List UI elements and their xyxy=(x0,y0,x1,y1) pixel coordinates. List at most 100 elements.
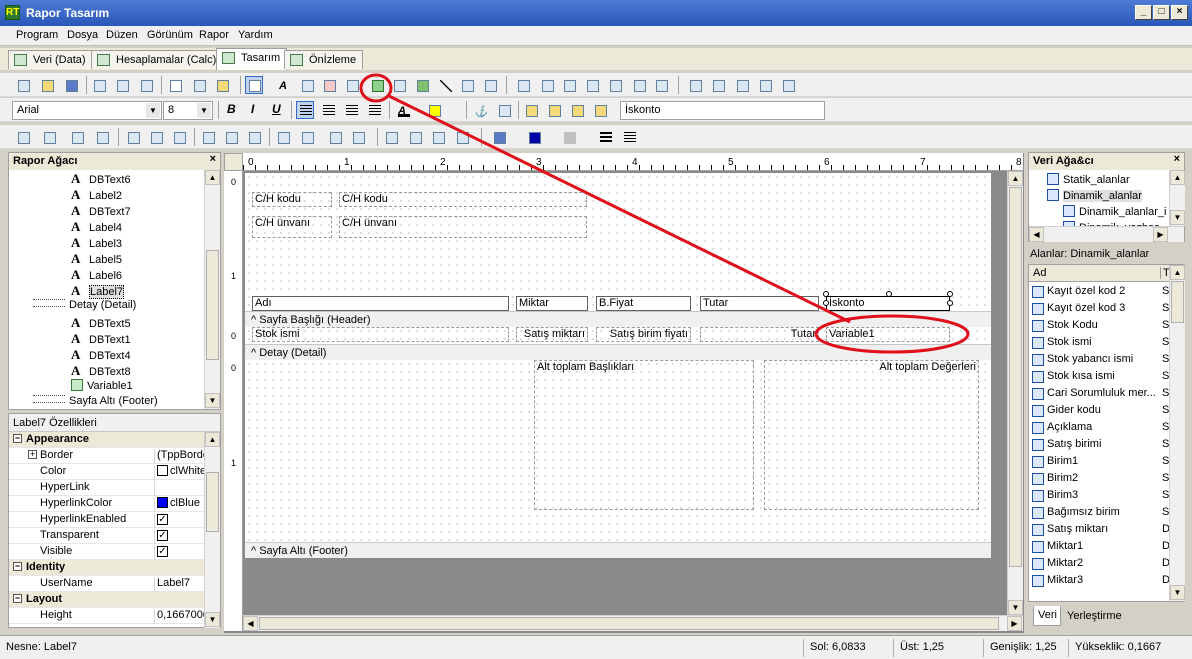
close-icon[interactable]: × xyxy=(1174,153,1180,165)
footer-band-bar[interactable]: ^ Sayfa Altı (Footer) xyxy=(245,542,991,558)
maximize-button[interactable]: □ xyxy=(1153,5,1170,20)
tab-yerlestirme[interactable]: Yerleştirme xyxy=(1063,608,1133,626)
align-left-edges-icon[interactable] xyxy=(124,128,142,146)
menu-gorunum[interactable]: Görünüm xyxy=(147,29,193,41)
field-row[interactable]: Satış birimi S xyxy=(1029,436,1169,453)
send-back-icon[interactable] xyxy=(545,101,563,119)
dbbarcode-tool-icon[interactable] xyxy=(630,76,648,94)
dbcalc-tool-icon[interactable] xyxy=(583,76,601,94)
center-vert-icon[interactable] xyxy=(298,128,316,146)
minimize-button[interactable]: _ xyxy=(1135,5,1152,20)
property-value[interactable]: ✓ xyxy=(154,513,204,528)
field-row[interactable]: Birim1 S xyxy=(1029,453,1169,470)
property-value[interactable]: Label7 xyxy=(154,577,204,592)
space-vert-icon[interactable] xyxy=(93,128,111,146)
field-row[interactable]: Miktar1 D xyxy=(1029,538,1169,555)
center-horz-icon[interactable] xyxy=(274,128,292,146)
field-row[interactable]: Gider kodu S xyxy=(1029,402,1169,419)
field-row[interactable]: Miktar3 D xyxy=(1029,572,1169,589)
tab-calc[interactable]: Hesaplamalar (Calc) xyxy=(91,50,224,69)
menu-yardim[interactable]: Yardım xyxy=(238,29,273,41)
title-field[interactable]: C/H ünvanı xyxy=(252,216,332,238)
page-setup-icon[interactable] xyxy=(90,76,108,94)
header-label[interactable]: Tutar xyxy=(700,296,819,311)
header-label-selected[interactable]: İskonto xyxy=(826,296,950,311)
property-value[interactable]: clBlue xyxy=(154,497,204,512)
field-row[interactable]: Cari Sorumluluk mer... S xyxy=(1029,385,1169,402)
copy-icon[interactable] xyxy=(190,76,208,94)
align-bottoms-icon[interactable] xyxy=(245,128,263,146)
open-icon[interactable] xyxy=(38,76,56,94)
align-lefts-icon[interactable] xyxy=(14,128,32,146)
align-left-icon[interactable] xyxy=(296,101,314,119)
checkbox[interactable]: ✓ xyxy=(157,546,168,557)
align-objects-icon[interactable] xyxy=(568,101,586,119)
dbimage-tool-icon[interactable] xyxy=(606,76,624,94)
space-horz-icon[interactable] xyxy=(68,128,86,146)
menu-program[interactable]: Program xyxy=(16,29,58,41)
tab-data[interactable]: Veri (Data) xyxy=(8,50,93,69)
field-row[interactable]: Stok kısa ismi S xyxy=(1029,368,1169,385)
border-icon[interactable] xyxy=(495,101,513,119)
tree-item[interactable]: A Label6 xyxy=(71,267,122,283)
property-value[interactable]: ✓ xyxy=(154,545,204,560)
variable-tool-icon[interactable] xyxy=(368,76,386,94)
field-row[interactable]: Stok yabancı ismi S xyxy=(1029,351,1169,368)
highlight-color-icon[interactable] xyxy=(425,101,443,119)
field-row[interactable]: Açıklama S xyxy=(1029,419,1169,436)
crossTab-tool-icon[interactable] xyxy=(756,76,774,94)
paste-icon[interactable] xyxy=(213,76,231,94)
dbchart-tool-icon[interactable] xyxy=(652,76,670,94)
same-height-icon[interactable] xyxy=(349,128,367,146)
dbrichtext-tool-icon[interactable] xyxy=(560,76,578,94)
detail-field[interactable]: Stok ismi xyxy=(252,327,509,342)
field-row[interactable]: Stok Kodu S xyxy=(1029,317,1169,334)
line-style-icon[interactable] xyxy=(620,128,638,146)
field-row[interactable]: Stok ismi S xyxy=(1029,334,1169,351)
expand-icon[interactable]: + xyxy=(28,450,37,459)
line-tool-icon[interactable] xyxy=(436,76,454,94)
close-button[interactable]: × xyxy=(1171,5,1188,20)
data-tree-item[interactable]: Dinamik_alanlar_i xyxy=(1063,203,1166,219)
gray-fill-icon[interactable] xyxy=(560,128,578,146)
subtotal-values[interactable]: Alt toplam Değerleri xyxy=(764,360,979,510)
align-center-icon[interactable] xyxy=(319,101,337,119)
fill-color-icon[interactable] xyxy=(490,128,508,146)
report-tree-scrollbar[interactable]: ▲ ▼ xyxy=(204,170,220,409)
cut-icon[interactable] xyxy=(166,76,184,94)
detail-field[interactable]: Satış birim fiyatı xyxy=(596,327,691,342)
system-variable-icon[interactable] xyxy=(343,76,361,94)
design-hscroll[interactable]: ◀ ▶ xyxy=(243,615,1023,631)
data-tree-vscroll[interactable]: ▲ ▼ xyxy=(1169,170,1185,226)
tree-item[interactable]: A DBText5 xyxy=(71,315,131,331)
data-tree-item[interactable]: Dinamik_yazbas xyxy=(1063,219,1160,226)
align-vcenters-icon[interactable] xyxy=(222,128,240,146)
label-tool-icon[interactable]: A xyxy=(275,76,293,94)
field-row[interactable]: Kayıt özel kod 2 S xyxy=(1029,283,1169,300)
data-tree-item[interactable]: Dinamik_alanlar xyxy=(1047,187,1142,203)
tab-design[interactable]: Tasarım xyxy=(216,48,288,70)
header-label[interactable]: Miktar xyxy=(516,296,588,311)
field-row[interactable]: Birim3 S xyxy=(1029,487,1169,504)
property-category[interactable]: − Layout xyxy=(9,592,204,608)
tree-item[interactable]: Detay (Detail) xyxy=(33,299,136,315)
nudge-right-icon[interactable] xyxy=(453,128,471,146)
align-right-edges-icon[interactable] xyxy=(170,128,188,146)
dbmemo-tool-icon[interactable] xyxy=(538,76,556,94)
title-field[interactable]: C/H ünvanı xyxy=(339,216,587,238)
tree-item[interactable]: A Label5 xyxy=(71,251,122,267)
detail-field[interactable]: Tutar xyxy=(700,327,819,342)
nudge-left-icon[interactable] xyxy=(429,128,447,146)
tree-item[interactable]: A Label2 xyxy=(71,187,122,203)
nudge-down-icon[interactable] xyxy=(406,128,424,146)
header-label[interactable]: B.Fiyat xyxy=(596,296,691,311)
selection-handle[interactable] xyxy=(823,291,829,297)
col-name-header[interactable]: Ad xyxy=(1033,267,1046,279)
menu-duzen[interactable]: Düzen xyxy=(106,29,138,41)
distribute-icon[interactable] xyxy=(591,101,609,119)
properties-scrollbar[interactable]: ▲ ▼ xyxy=(204,432,220,628)
save-icon[interactable] xyxy=(62,76,80,94)
richtext-tool-icon[interactable] xyxy=(320,76,338,94)
font-size-combo[interactable]: 8 ▼ xyxy=(163,101,213,120)
image-tool-icon[interactable] xyxy=(390,76,408,94)
